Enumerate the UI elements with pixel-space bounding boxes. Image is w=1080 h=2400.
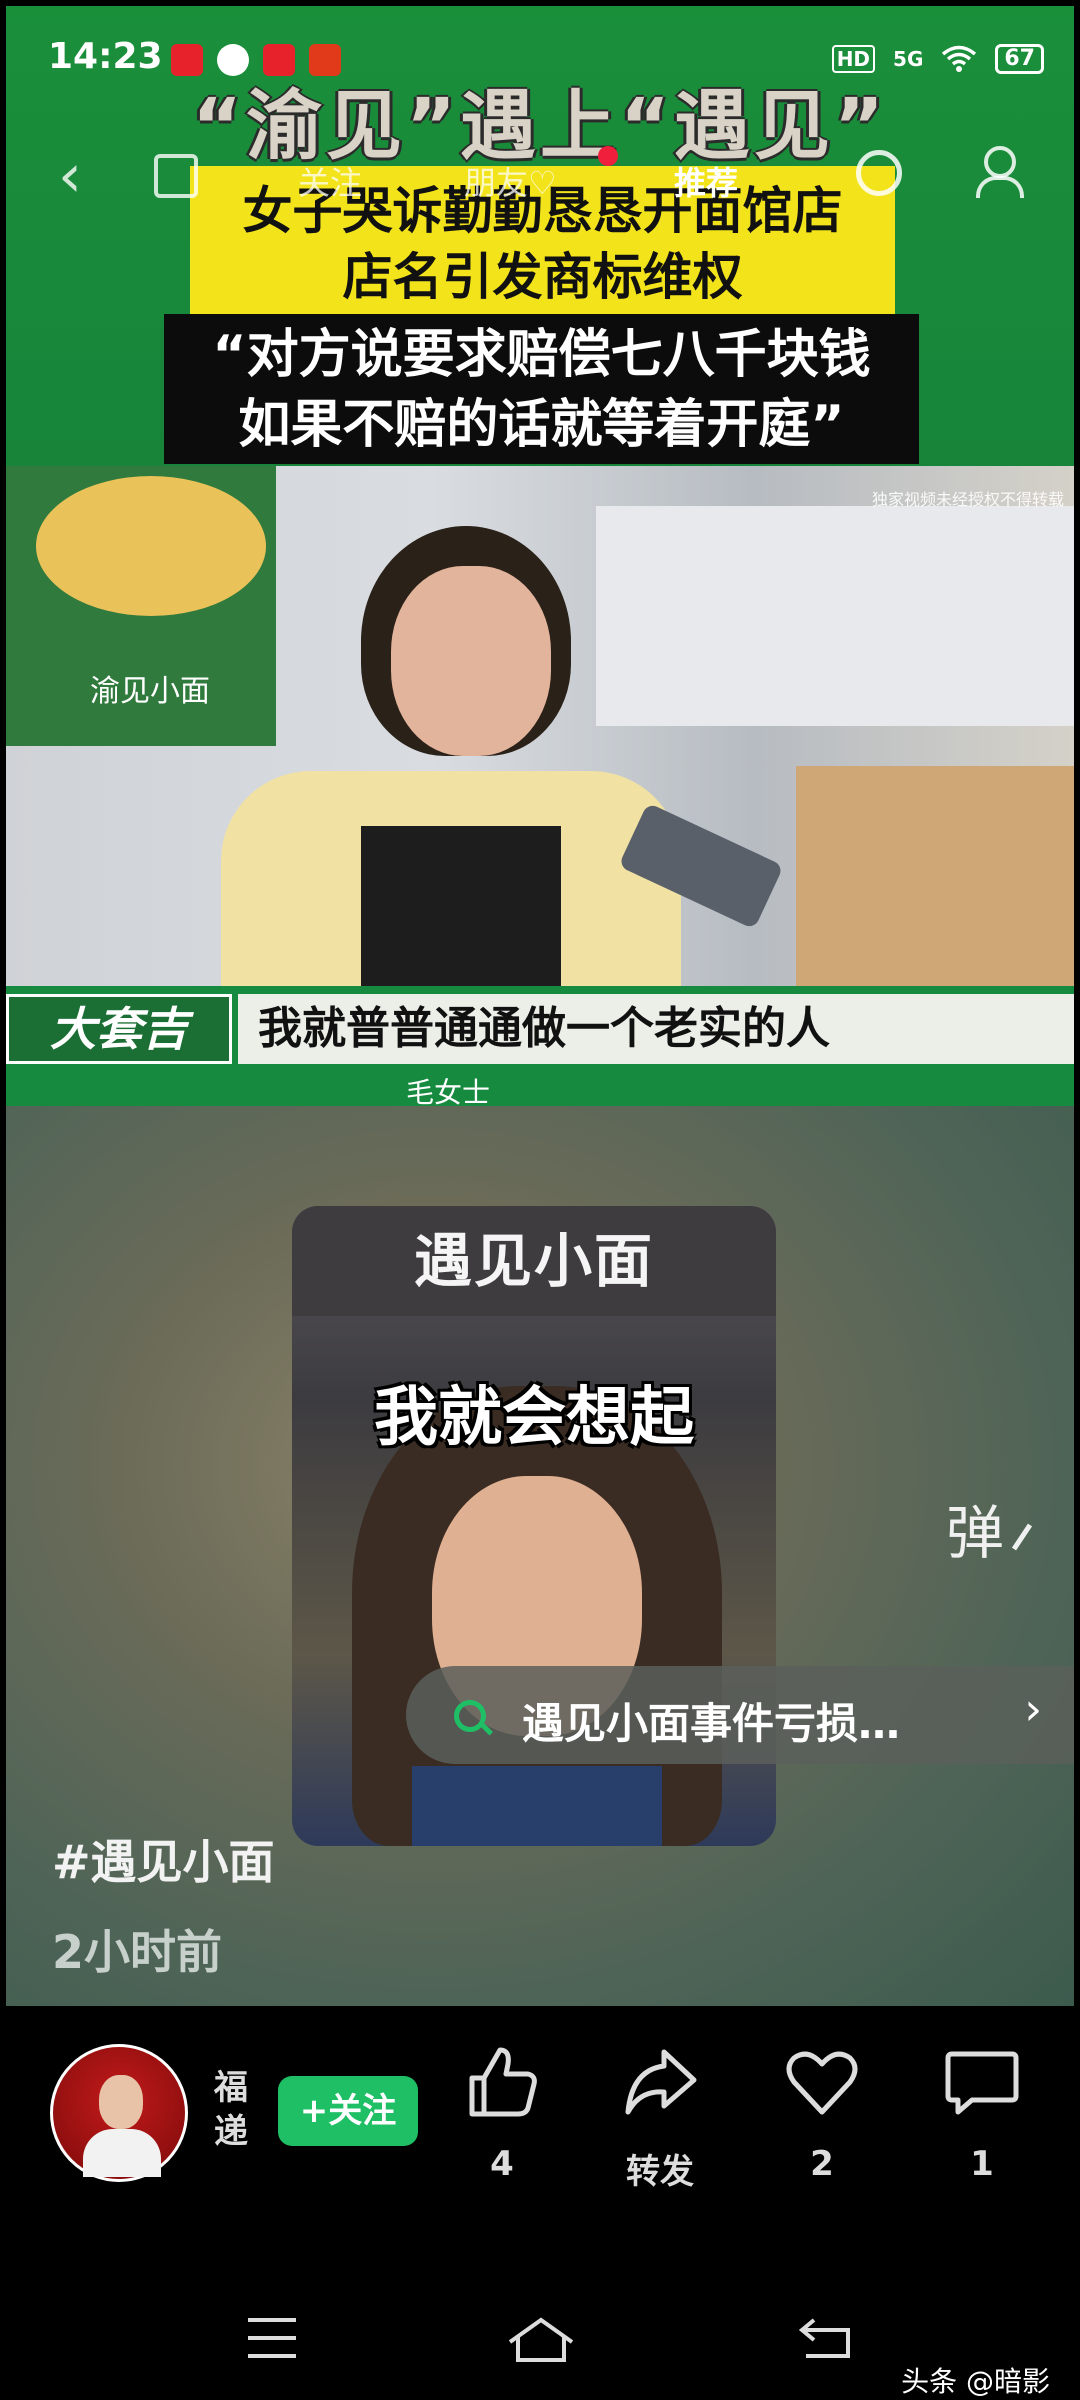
thumbs-up-icon	[469, 2047, 537, 2117]
comment-bubble-icon	[945, 2051, 1019, 2115]
comment-button[interactable]: 1	[922, 2042, 1042, 2184]
lower-third-caption: 大套吉 我就普普通通做一个老实的人 毛女士	[6, 986, 1074, 1106]
notification-dot	[598, 146, 618, 166]
interviewee-face	[391, 566, 551, 756]
favorite-button[interactable]: 2	[762, 2042, 882, 2184]
battery-indicator: 67	[995, 44, 1044, 74]
toutiao-notification-icon	[171, 44, 203, 76]
author-avatar[interactable]	[50, 2044, 188, 2182]
chevron-right-icon: ›	[1024, 1684, 1042, 1735]
shop-sign: 遇见小面	[292, 1206, 776, 1316]
wifi-icon	[942, 45, 977, 72]
quote-black-box: “对方说要求赔偿七八千块钱 如果不赔的话就等着开庭”	[164, 314, 919, 464]
related-search-pill[interactable]: 遇见小面事件亏损… ›	[406, 1666, 1074, 1764]
share-label: 转发	[626, 2152, 694, 2192]
toutiao-notification-icon-2	[263, 44, 295, 76]
quote-line-2: 如果不赔的话就等着开庭”	[238, 395, 845, 455]
hashtag-link[interactable]: #遇见小面	[52, 1826, 275, 1892]
action-bar: 福递募 +关注 4 转发 2 1	[0, 2006, 1080, 2236]
toutiao-watermark: 头条 @暗影	[901, 2365, 1050, 2398]
profile-icon-body	[976, 176, 1024, 198]
search-icon-green	[454, 1700, 486, 1732]
kitchen-counter	[796, 766, 1074, 986]
app-notification-icon	[309, 44, 341, 76]
copyright-watermark: 独家视频未经授权不得转载	[871, 490, 1064, 509]
menu-icon[interactable]	[246, 2316, 298, 2364]
interviewee-figure	[221, 526, 681, 986]
floating-window-icon[interactable]	[154, 154, 198, 198]
tab-friends[interactable]: 朋友♡	[464, 158, 557, 204]
notification-icons	[171, 44, 341, 76]
profile-icon[interactable]	[976, 146, 1024, 206]
shop-sign-text: 遇见小面	[413, 1227, 654, 1295]
status-time: 14:23	[48, 36, 163, 77]
message-notification-icon	[217, 44, 249, 76]
video-player-news[interactable]: “渝见”遇上“遇见” 女子哭诉勤勤恳恳开面馆店 店名引发商标维权 “对方说要求赔…	[6, 6, 1074, 1106]
avatar-face	[99, 2075, 143, 2129]
network-signal-icon: 5G	[893, 47, 924, 71]
danmu-label: 弹	[946, 1499, 1005, 1567]
app-top-bar: ‹ 关注 朋友♡ 推荐	[6, 146, 1074, 216]
post-time: 2小时前	[52, 1925, 223, 1979]
like-count: 4	[490, 2144, 514, 2184]
headline-line-2: 店名引发商标维权	[342, 248, 743, 306]
danmu-toggle-button[interactable]: 弹	[946, 1486, 1034, 1570]
share-arrow-icon	[625, 2049, 697, 2115]
search-icon[interactable]	[856, 150, 902, 196]
author-name[interactable]: 福递募	[214, 2066, 264, 2156]
back-arrow-icon[interactable]: ‹	[58, 146, 82, 206]
share-button[interactable]: 转发	[600, 2042, 720, 2193]
heart-icon	[786, 2051, 858, 2115]
comment-count: 1	[970, 2144, 994, 2184]
interviewee-apron	[361, 826, 561, 986]
avatar-body	[83, 2129, 161, 2177]
profile-icon-head	[984, 146, 1016, 178]
poster-logo: 渝见小面	[90, 674, 210, 709]
like-button[interactable]: 4	[442, 2042, 562, 2184]
home-icon[interactable]	[506, 2316, 576, 2368]
speaker-shirt	[412, 1766, 662, 1846]
status-right-icons: HD 5G 67	[831, 44, 1044, 74]
system-nav-bar: 头条 @暗影	[0, 2280, 1080, 2400]
follow-button[interactable]: +关注	[278, 2076, 418, 2146]
tab-following[interactable]: 关注	[298, 158, 362, 204]
content-frame: “渝见”遇上“遇见” 女子哭诉勤勤恳恳开面馆店 店名引发商标维权 “对方说要求赔…	[6, 6, 1074, 2006]
favorite-count: 2	[810, 2144, 834, 2184]
related-search-text: 遇见小面事件亏损…	[522, 1699, 901, 1748]
caption-speaker-name: 毛女士	[406, 1076, 491, 1106]
quote-line-1: “对方说要求赔偿七八千块钱	[212, 325, 871, 385]
hd-badge: HD	[831, 45, 876, 73]
restaurant-scene: 渝见小面 独家视频未经授权不得转载	[6, 466, 1074, 986]
caption-main-text: 我就普普通通做一个老实的人	[238, 994, 1074, 1064]
status-bar: 14:23 HD 5G 67	[6, 6, 1074, 86]
tab-recommended[interactable]: 推荐	[674, 158, 738, 204]
pencil-icon	[1012, 1523, 1033, 1551]
back-nav-icon[interactable]	[798, 2316, 854, 2364]
channel-logo: 大套吉	[6, 994, 232, 1064]
video-subtitle: 我就会想起	[374, 1381, 694, 1455]
video-player-embedded[interactable]: 遇见小面 我就会想起 弹 遇见小面事件亏损… › #遇见小面 2小时前	[6, 1106, 1074, 2006]
